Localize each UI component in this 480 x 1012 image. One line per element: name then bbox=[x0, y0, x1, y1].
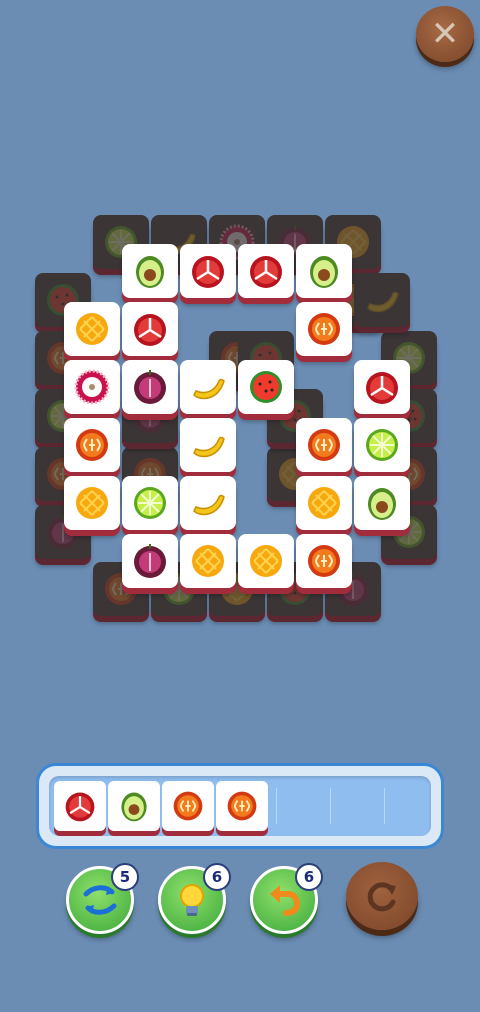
tile-pomegranate[interactable] bbox=[238, 244, 294, 298]
avocado-icon bbox=[136, 256, 164, 288]
close-button[interactable]: ✕ bbox=[416, 6, 474, 62]
tray-slot-pomegranate bbox=[54, 781, 106, 831]
tile-lime[interactable] bbox=[122, 476, 178, 530]
banana-icon bbox=[193, 378, 225, 400]
pomegranate-icon bbox=[250, 256, 282, 288]
tile-banana[interactable] bbox=[180, 476, 236, 530]
undo-button[interactable]: 6 bbox=[250, 863, 323, 934]
banana-icon bbox=[193, 436, 225, 458]
undo-count-badge: 6 bbox=[295, 863, 323, 891]
hint-button[interactable]: 6 bbox=[158, 863, 231, 934]
tile-avocado[interactable] bbox=[296, 244, 352, 298]
shuffle-button[interactable]: 5 bbox=[66, 863, 139, 934]
tile-mangosteen-white[interactable] bbox=[64, 360, 120, 414]
tile-plum[interactable] bbox=[122, 360, 178, 414]
mangosteen-white-icon bbox=[74, 369, 110, 405]
tray-slots bbox=[49, 776, 431, 836]
buried-tile bbox=[354, 273, 410, 327]
mango-icon bbox=[192, 545, 224, 577]
pomegranate-icon bbox=[366, 372, 398, 404]
tile-watermelon[interactable] bbox=[238, 360, 294, 414]
pomegranate-icon bbox=[192, 256, 224, 288]
pomegranate-icon bbox=[65, 792, 95, 822]
tray-divider bbox=[276, 788, 277, 824]
tile-mango[interactable] bbox=[296, 476, 352, 530]
tile-pomegranate[interactable] bbox=[354, 360, 410, 414]
tray-slot-avocado bbox=[108, 781, 160, 831]
tile-mango[interactable] bbox=[238, 534, 294, 588]
orange-icon bbox=[227, 791, 257, 821]
orange-icon bbox=[308, 545, 340, 577]
tray-divider bbox=[330, 788, 331, 824]
orange-icon bbox=[308, 429, 340, 461]
tile-orange[interactable] bbox=[64, 418, 120, 472]
tile-orange[interactable] bbox=[296, 418, 352, 472]
mango-icon bbox=[76, 313, 108, 345]
tile-lime[interactable] bbox=[354, 418, 410, 472]
shuffle-count-badge: 5 bbox=[111, 863, 139, 891]
tile-pomegranate[interactable] bbox=[122, 302, 178, 356]
restart-button[interactable] bbox=[346, 862, 418, 930]
pomegranate-icon bbox=[134, 314, 166, 346]
tray-slot-orange bbox=[216, 781, 268, 831]
tray-slot-orange bbox=[162, 781, 214, 831]
lime-icon bbox=[134, 487, 166, 519]
banana-icon bbox=[367, 291, 399, 313]
tile-avocado[interactable] bbox=[354, 476, 410, 530]
restart-icon bbox=[367, 882, 396, 912]
tile-pomegranate[interactable] bbox=[180, 244, 236, 298]
orange-icon bbox=[308, 313, 340, 345]
mango-icon bbox=[250, 545, 282, 577]
tile-banana[interactable] bbox=[180, 360, 236, 414]
orange-icon bbox=[76, 429, 108, 461]
tile-orange[interactable] bbox=[296, 302, 352, 356]
tray-divider bbox=[384, 788, 385, 824]
tile-tray bbox=[36, 763, 444, 849]
game-board bbox=[0, 0, 480, 640]
avocado-icon bbox=[310, 256, 338, 288]
banana-icon bbox=[193, 494, 225, 516]
mango-icon bbox=[76, 487, 108, 519]
watermelon-icon bbox=[250, 371, 282, 403]
close-x-icon: ✕ bbox=[430, 14, 460, 54]
plum-icon bbox=[134, 370, 166, 404]
tile-orange[interactable] bbox=[296, 534, 352, 588]
hint-count-badge: 6 bbox=[203, 863, 231, 891]
avocado-icon bbox=[121, 792, 147, 822]
tile-avocado[interactable] bbox=[122, 244, 178, 298]
plum-icon bbox=[134, 544, 166, 578]
tile-banana[interactable] bbox=[180, 418, 236, 472]
orange-icon bbox=[173, 791, 203, 821]
lime-icon bbox=[366, 429, 398, 461]
tile-mango[interactable] bbox=[180, 534, 236, 588]
mango-icon bbox=[308, 487, 340, 519]
tile-mango[interactable] bbox=[64, 476, 120, 530]
avocado-icon bbox=[368, 488, 396, 520]
tile-plum[interactable] bbox=[122, 534, 178, 588]
tile-mango[interactable] bbox=[64, 302, 120, 356]
